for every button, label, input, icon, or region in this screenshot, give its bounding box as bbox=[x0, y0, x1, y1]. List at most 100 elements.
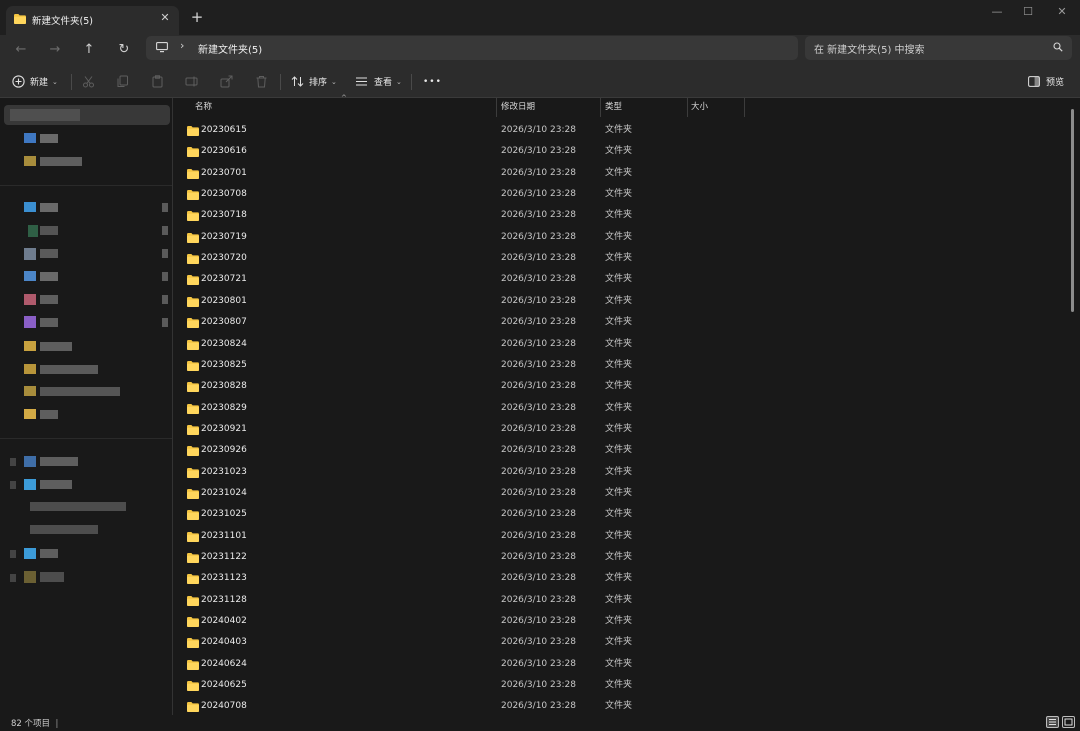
tab-close-icon[interactable]: ✕ bbox=[158, 11, 172, 24]
scissors-icon[interactable] bbox=[82, 75, 95, 88]
up-button[interactable]: ↑ bbox=[77, 39, 101, 61]
sidebar-item-blurred[interactable] bbox=[40, 157, 82, 166]
rename-icon[interactable] bbox=[185, 75, 198, 88]
sidebar-item-blurred[interactable] bbox=[40, 318, 58, 327]
file-row[interactable]: 20230719 2026/3/10 23:28 文件夹 bbox=[174, 227, 1064, 248]
file-row[interactable]: 20240624 2026/3/10 23:28 文件夹 bbox=[174, 654, 1064, 675]
file-row[interactable]: 20230720 2026/3/10 23:28 文件夹 bbox=[174, 248, 1064, 269]
copy-icon[interactable] bbox=[116, 75, 129, 88]
file-name: 20231025 bbox=[201, 509, 247, 520]
file-name: 20230825 bbox=[201, 359, 247, 370]
share-icon[interactable] bbox=[220, 75, 233, 88]
expand-chevron-icon[interactable] bbox=[10, 574, 16, 582]
address-bar[interactable]: › 新建文件夹(5) bbox=[146, 36, 798, 60]
column-header-type[interactable]: 类型 bbox=[605, 98, 622, 117]
sidebar-item-blurred[interactable] bbox=[40, 480, 72, 489]
search-input[interactable]: 在 新建文件夹(5) 中搜索 bbox=[814, 41, 925, 56]
file-row[interactable]: 20230708 2026/3/10 23:28 文件夹 bbox=[174, 184, 1064, 205]
column-header-size[interactable]: 大小 bbox=[691, 98, 708, 117]
file-row[interactable]: 20240403 2026/3/10 23:28 文件夹 bbox=[174, 632, 1064, 653]
sidebar-item-blurred[interactable] bbox=[40, 295, 58, 304]
sidebar-item-blurred[interactable] bbox=[40, 272, 58, 281]
file-row[interactable]: 20240625 2026/3/10 23:28 文件夹 bbox=[174, 675, 1064, 696]
column-divider[interactable] bbox=[496, 98, 497, 117]
maximize-button[interactable]: ☐ bbox=[1019, 5, 1037, 18]
back-button[interactable]: ← bbox=[9, 39, 33, 61]
trash-icon[interactable] bbox=[255, 75, 268, 88]
forward-button[interactable]: → bbox=[43, 39, 67, 61]
sidebar-item-blurred[interactable] bbox=[30, 502, 126, 511]
file-row[interactable]: 20230921 2026/3/10 23:28 文件夹 bbox=[174, 419, 1064, 440]
minimize-button[interactable]: — bbox=[988, 5, 1006, 18]
file-row[interactable]: 20230616 2026/3/10 23:28 文件夹 bbox=[174, 141, 1064, 162]
file-row[interactable]: 20230824 2026/3/10 23:28 文件夹 bbox=[174, 334, 1064, 355]
file-row[interactable]: 20231128 2026/3/10 23:28 文件夹 bbox=[174, 590, 1064, 611]
file-name: 20230721 bbox=[201, 274, 247, 285]
file-row[interactable]: 20230801 2026/3/10 23:28 文件夹 bbox=[174, 291, 1064, 312]
file-row[interactable]: 20231023 2026/3/10 23:28 文件夹 bbox=[174, 462, 1064, 483]
pin-icon bbox=[162, 226, 168, 235]
file-row[interactable]: 20230829 2026/3/10 23:28 文件夹 bbox=[174, 398, 1064, 419]
file-row[interactable]: 20230701 2026/3/10 23:28 文件夹 bbox=[174, 163, 1064, 184]
paste-icon[interactable] bbox=[151, 75, 164, 88]
file-row[interactable]: 20231024 2026/3/10 23:28 文件夹 bbox=[174, 483, 1064, 504]
expand-chevron-icon[interactable] bbox=[10, 550, 16, 558]
tab-active[interactable]: 新建文件夹(5) ✕ bbox=[6, 6, 179, 35]
vertical-scrollbar[interactable] bbox=[1071, 109, 1074, 312]
file-modified-date: 2026/3/10 23:28 bbox=[501, 359, 576, 370]
sidebar-item-blurred[interactable] bbox=[40, 226, 58, 235]
file-type: 文件夹 bbox=[605, 509, 633, 520]
column-divider[interactable] bbox=[744, 98, 745, 117]
file-row[interactable]: 20230825 2026/3/10 23:28 文件夹 bbox=[174, 355, 1064, 376]
sidebar-item-blurred[interactable] bbox=[30, 525, 98, 534]
column-divider[interactable] bbox=[687, 98, 688, 117]
file-row[interactable]: 20230718 2026/3/10 23:28 文件夹 bbox=[174, 205, 1064, 226]
close-window-button[interactable]: ✕ bbox=[1053, 5, 1071, 18]
search-icon[interactable] bbox=[1053, 42, 1063, 52]
file-type: 文件夹 bbox=[605, 487, 633, 498]
expand-chevron-icon[interactable] bbox=[10, 458, 16, 466]
tiles-view-button[interactable] bbox=[1062, 716, 1075, 728]
details-view-button[interactable] bbox=[1046, 716, 1059, 728]
search-box[interactable]: 在 新建文件夹(5) 中搜索 bbox=[805, 36, 1072, 60]
sidebar-item-blurred[interactable] bbox=[40, 342, 72, 351]
view-button[interactable]: 查看 ⌄ bbox=[355, 66, 402, 97]
more-options-button[interactable]: ••• bbox=[423, 66, 442, 97]
new-tab-button[interactable]: + bbox=[189, 8, 205, 26]
sort-button[interactable]: 排序 ⌄ bbox=[291, 66, 337, 97]
file-row[interactable]: 20231122 2026/3/10 23:28 文件夹 bbox=[174, 547, 1064, 568]
sidebar-item-blurred[interactable] bbox=[40, 134, 58, 143]
column-header-modified[interactable]: 修改日期 bbox=[501, 98, 535, 117]
chevron-down-icon: ⌄ bbox=[52, 77, 58, 86]
column-header-name[interactable]: 名称 bbox=[195, 98, 212, 117]
sidebar-item-blurred[interactable] bbox=[40, 572, 64, 582]
file-row[interactable]: 20230721 2026/3/10 23:28 文件夹 bbox=[174, 269, 1064, 290]
sidebar-item-blurred[interactable] bbox=[10, 109, 80, 121]
sidebar-item-icon bbox=[24, 386, 36, 396]
file-row[interactable]: 20231025 2026/3/10 23:28 文件夹 bbox=[174, 504, 1064, 525]
sidebar-item-blurred[interactable] bbox=[40, 249, 58, 258]
file-row[interactable]: 20230615 2026/3/10 23:28 文件夹 bbox=[174, 120, 1064, 141]
expand-chevron-icon[interactable] bbox=[10, 481, 16, 489]
preview-pane-button[interactable]: 预览 bbox=[1028, 66, 1064, 97]
sidebar-item-blurred[interactable] bbox=[40, 457, 78, 466]
sidebar-item-blurred[interactable] bbox=[40, 365, 98, 374]
sidebar-item-blurred[interactable] bbox=[40, 549, 58, 558]
folder-icon bbox=[187, 126, 199, 136]
file-row[interactable]: 20230926 2026/3/10 23:28 文件夹 bbox=[174, 440, 1064, 461]
file-row[interactable]: 20240402 2026/3/10 23:28 文件夹 bbox=[174, 611, 1064, 632]
file-name: 20230807 bbox=[201, 317, 247, 328]
sidebar-item-blurred[interactable] bbox=[40, 387, 120, 396]
column-divider[interactable] bbox=[600, 98, 601, 117]
file-row[interactable]: 20230807 2026/3/10 23:28 文件夹 bbox=[174, 312, 1064, 333]
folder-icon bbox=[187, 553, 199, 563]
sidebar-item-blurred[interactable] bbox=[40, 410, 58, 419]
new-button[interactable]: 新建 ⌄ bbox=[12, 66, 58, 97]
breadcrumb-current[interactable]: 新建文件夹(5) bbox=[198, 41, 262, 56]
refresh-button[interactable]: ↻ bbox=[112, 39, 136, 61]
file-row[interactable]: 20231123 2026/3/10 23:28 文件夹 bbox=[174, 568, 1064, 589]
sidebar-item-blurred[interactable] bbox=[40, 203, 58, 212]
file-row[interactable]: 20230828 2026/3/10 23:28 文件夹 bbox=[174, 376, 1064, 397]
file-row[interactable]: 20231101 2026/3/10 23:28 文件夹 bbox=[174, 526, 1064, 547]
toolbar-divider bbox=[71, 74, 72, 90]
